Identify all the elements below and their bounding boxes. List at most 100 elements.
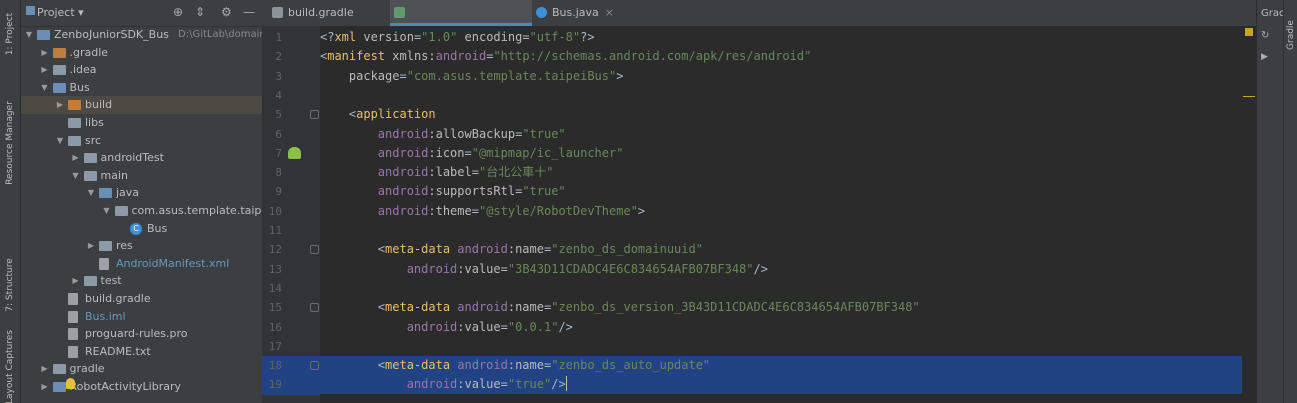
tree-item[interactable]: ▶ gradle [21,360,262,378]
tree-item[interactable]: ▶ .idea [21,61,262,79]
chevron-right-icon[interactable]: ▶ [86,237,96,255]
code-line[interactable]: <meta-data android:name="zenbo_ds_auto_u… [320,356,1256,376]
code-line[interactable]: android:supportsRtl="true" [320,182,1256,201]
chevron-down-icon[interactable]: ▼ [102,202,112,220]
tree-item[interactable]: ▼ java [21,184,262,202]
tree-item[interactable]: ▼ com.asus.template.taipeiBus [21,202,262,220]
code-line[interactable]: android:value="3B43D11CDADC4E6C834654AFB… [320,260,1256,279]
tree-item[interactable]: README.txt [21,343,262,361]
project-view-selector[interactable]: Project ▾ [37,6,84,19]
tree-item[interactable]: C Bus [21,220,262,238]
expand-arrow-icon[interactable]: ▶ [1261,52,1268,62]
tree-item[interactable]: ▶ test [21,272,262,290]
folder-icon [68,100,81,111]
fold-icon[interactable] [310,245,319,255]
chevron-right-icon[interactable]: ▶ [71,272,81,290]
editor-tab-bar: build.gradle (Bus)×AndroidManifest.xml×B… [262,0,1256,45]
resource-manager-tool-tab[interactable]: Resource Manager [0,95,20,190]
chevron-down-icon[interactable]: ▼ [55,132,65,150]
gear-icon[interactable]: ⚙ [221,5,232,19]
tree-item-label: res [116,239,133,253]
fold-icon[interactable] [310,110,319,120]
file-icon [99,257,109,270]
code-line[interactable]: android:allowBackup="true" [320,125,1256,144]
editor-tab[interactable]: build.gradle (Bus)× [268,0,390,45]
chevron-down-icon[interactable]: ▼ [71,167,81,185]
tree-item[interactable]: proguard-rules.pro [21,325,262,343]
code-editor[interactable]: <?xml version="1.0" encoding="utf-8"?> <m… [320,26,1256,403]
code-line[interactable]: <manifest xmlns:android="http://schemas.… [320,47,1256,66]
analysis-status-icon[interactable] [1245,28,1253,36]
tree-item[interactable]: ▶ RobotActivityLibrary [21,378,262,396]
tree-item[interactable]: ▶ res [21,237,262,255]
code-line[interactable]: <?xml version="1.0" encoding="utf-8"?> [320,28,1256,47]
project-tool-tab[interactable]: 1: Project [0,4,20,64]
editor-tab-label: Bus.java [552,6,599,19]
layout-captures-tool-tab[interactable]: Layout Captures [0,330,20,403]
code-line[interactable]: android:value="true"/> [320,375,1256,395]
editor-tab[interactable]: AndroidManifest.xml× [390,0,532,45]
tree-item-label: .idea [69,63,97,77]
code-line[interactable] [320,86,1256,105]
fold-icon[interactable] [310,303,319,313]
chevron-right-icon[interactable]: ▶ [71,149,81,167]
tree-item[interactable]: ▼ Bus [21,79,262,97]
chevron-down-icon[interactable]: ▼ [86,184,96,202]
editor-scrollbar[interactable] [1242,26,1256,403]
chevron-right-icon[interactable]: ▶ [40,378,50,396]
chevron-right-icon[interactable]: ▶ [40,61,50,79]
tree-item-label: Bus [147,221,168,235]
code-line[interactable]: <application [320,105,1256,124]
line-number: 5 [275,108,282,122]
line-number: 19 [268,378,282,392]
chevron-down-icon[interactable]: ▼ [40,79,50,97]
code-line[interactable]: android:icon="@mipmap/ic_launcher" [320,144,1256,163]
tree-item-label: androidTest [100,151,164,165]
code-line[interactable] [320,279,1256,298]
line-number: 6 [275,127,282,141]
lightbulb-icon[interactable] [66,378,75,390]
code-line[interactable]: android:value="0.0.1"/> [320,318,1256,337]
editor-tab[interactable]: Bus.java × [532,0,632,26]
warning-marker[interactable] [1243,96,1255,97]
fold-icon[interactable] [310,361,319,371]
tree-item[interactable]: build.gradle [21,290,262,308]
chevron-down-icon[interactable]: ▼ [24,26,34,44]
code-line[interactable]: android:theme="@style/RobotDevTheme"> [320,202,1256,221]
chevron-right-icon[interactable]: ▶ [40,360,50,378]
tree-item[interactable]: AndroidManifest.xml [21,255,262,273]
text-caret [565,376,567,392]
code-line[interactable]: <meta-data android:name="zenbo_ds_versio… [320,298,1256,317]
folder-icon [114,206,128,216]
code-line[interactable]: android:label="台北公車十" [320,163,1256,182]
code-line[interactable]: package="com.asus.template.taipeiBus"> [320,67,1256,86]
folder-icon [52,382,66,392]
structure-tool-tab[interactable]: 7: Structure [0,250,20,320]
line-number: 10 [268,204,282,218]
gradle-panel: Grad ↻ ▶ [1256,0,1286,403]
tree-item[interactable]: ▼ src [21,132,262,150]
android-launcher-icon[interactable] [288,146,301,159]
tree-item[interactable]: ▶ androidTest [21,149,262,167]
tree-item[interactable]: ▶ build [21,96,262,114]
locate-icon[interactable]: ⊕ [173,5,183,19]
line-number: 13 [268,262,282,276]
hide-icon[interactable]: — [243,5,255,19]
code-line[interactable] [320,337,1256,356]
chevron-right-icon[interactable]: ▶ [55,96,65,114]
code-line[interactable]: <meta-data android:name="zenbo_ds_domain… [320,240,1256,259]
refresh-icon[interactable]: ↻ [1261,30,1269,41]
tree-item[interactable]: ▼ main [21,167,262,185]
tree-item[interactable]: libs [21,114,262,132]
tree-item[interactable]: ▶ .gradle [21,44,262,62]
close-icon[interactable]: × [605,6,614,19]
chevron-right-icon[interactable]: ▶ [40,44,50,62]
tree-item[interactable]: ▼ ZenboJuniorSDK_Bus D:\GitLab\domain\ app [21,26,262,44]
tree-item-label: Bus [69,80,90,94]
tree-item[interactable]: Bus.iml [21,308,262,326]
gradle-tool-tab[interactable]: Gradle [1284,10,1297,60]
line-number: 9 [275,185,282,199]
gradle-panel-title: Grad [1261,8,1286,19]
code-line[interactable] [320,221,1256,240]
collapse-icon[interactable]: ⇕ [195,5,205,19]
